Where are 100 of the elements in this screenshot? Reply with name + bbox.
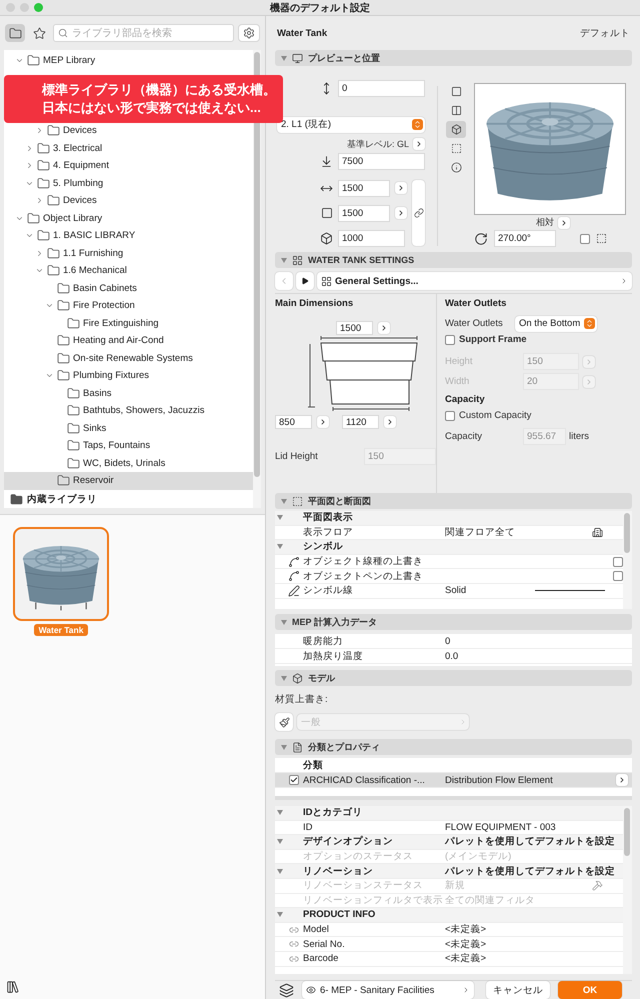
chevron-button[interactable] [317,416,329,428]
checkbox[interactable] [613,571,623,582]
tree-item[interactable]: Basin Cabinets [4,280,253,297]
check-icon [290,776,298,784]
width-field[interactable]: 1500 [338,180,390,196]
tree-item[interactable]: Reservoir [4,472,253,490]
tree-item[interactable]: MEP Library [4,52,253,70]
section-header[interactable]: プレビューと位置 [275,50,632,66]
link-button[interactable] [412,180,425,246]
tree-item-label[interactable]: 内蔵ライブラリ [27,493,97,506]
settings-button[interactable] [238,24,260,42]
disclosure-triangle-icon[interactable] [277,868,283,874]
folder-icon [37,176,50,190]
forward-button[interactable] [296,272,314,290]
checkbox[interactable] [445,334,455,344]
disclosure-triangle-icon[interactable] [277,810,283,816]
tree-item[interactable]: Sinks [4,420,253,437]
tree-item[interactable]: Devices [4,192,253,210]
property-label: Barcode [303,952,340,966]
info-icon [450,162,462,173]
chevron-button[interactable] [616,774,628,786]
disclosure-triangle-icon[interactable] [277,515,283,520]
tree-item[interactable]: Fire Protection [4,297,253,314]
folder-icon [67,386,80,400]
story-dropdown[interactable]: 2. L1 (現在) [277,116,425,132]
disclosure-triangle-icon[interactable] [277,544,283,550]
unit-label: liters [569,431,590,442]
tree-item[interactable]: 1.1 Furnishing [4,244,253,262]
hammer-icon [592,880,603,892]
property-label: 表示フロア [303,526,354,539]
mirror-icon [596,233,607,244]
group-label: 平面図表示 [303,511,354,524]
link-icon [289,924,299,935]
tree-item[interactable]: Fire Extinguishing [4,314,253,332]
folder-icon [37,229,50,242]
classification-row[interactable]: ARCHICAD Classification -... Distribution Flow Element [275,773,632,788]
group-value: パレットを使用してデフォルトを設定 [445,864,616,878]
cancel-button[interactable]: キャンセル [486,981,550,999]
depth-field[interactable]: 1500 [338,204,390,222]
rotation-field[interactable]: 270.00° [494,230,556,247]
layer-dropdown[interactable]: 6- MEP - Sanitary Facilities [302,981,474,999]
disclosure-triangle-icon[interactable] [277,912,283,918]
chevron-button[interactable] [384,416,396,428]
checkbox[interactable] [580,234,590,244]
tree-item[interactable]: On-site Renewable Systems [4,350,253,367]
tree-item[interactable]: 5. Plumbing [4,174,253,192]
checkbox[interactable] [289,775,299,785]
chevron-button[interactable] [558,216,570,228]
section-heading: Water Outlets [445,298,508,309]
tree-item[interactable]: Basins [4,384,253,402]
view-mode-button[interactable] [446,121,466,138]
line-sample [535,590,605,592]
outlets-dropdown[interactable]: On the Bottom [515,316,597,332]
checkbox[interactable] [445,410,455,420]
property-value: (メインモデル) [445,850,512,864]
disclosure-triangle-icon[interactable] [277,839,283,844]
height-dimension-field[interactable]: 850 [275,415,312,429]
tree-item[interactable]: Devices [4,122,253,140]
section-header[interactable]: WATER TANK SETTINGS [275,252,632,268]
tree-item[interactable]: 1.6 Mechanical [4,262,253,280]
material-button[interactable] [275,713,293,731]
scrollbar-thumb[interactable] [624,808,630,856]
tree-item[interactable]: Taps, Fountains [4,437,253,454]
search-field[interactable]: ライブラリ部品を検索 [53,24,234,42]
folder-icon [27,212,40,225]
offset-field[interactable]: 0 [338,80,425,97]
thumbnail[interactable] [13,527,109,621]
tree-item[interactable]: Heating and Air-Cond [4,332,253,350]
chevron-button[interactable] [395,207,407,219]
tree-item[interactable]: 1. BASIC LIBRARY [4,227,253,244]
tree-item[interactable]: Bathtubs, Showers, Jacuzzis [4,402,253,420]
property-label: Model [303,923,330,936]
chevron-button[interactable] [378,322,390,334]
bottom-width-field[interactable]: 1120 [342,415,379,429]
page-dropdown[interactable]: General Settings... [317,272,632,290]
folder-view-tab[interactable] [5,24,25,42]
tree-item[interactable]: Object Library [4,210,253,227]
tree-item[interactable]: WC, Bidets, Urinals [4,454,253,472]
section-header[interactable]: 平面図と断面図 [275,493,632,509]
tree-item[interactable]: 3. Electrical [4,140,253,157]
property-label: ID [303,820,314,834]
scrollbar-thumb[interactable] [624,513,630,553]
tree-item[interactable]: 4. Equipment [4,157,253,174]
tree-item[interactable]: Plumbing Fixtures [4,367,253,384]
folder-icon [57,352,70,365]
forward-arrow-icon [301,277,309,285]
stepper-icon [413,120,422,129]
chevron-button[interactable] [395,182,407,194]
section-header[interactable]: モデル [275,670,632,686]
elevation-field[interactable]: 7500 [338,153,425,170]
height-icon [320,232,333,244]
top-width-field[interactable]: 1500 [336,321,373,335]
stepper-icon [585,319,594,328]
height-field[interactable]: 1000 [338,230,405,246]
chevron-button[interactable] [413,138,425,150]
checkbox[interactable] [613,556,623,567]
folder-icon [67,422,80,435]
property-label: リノベーションフィルタで表示 [303,894,444,907]
section-header[interactable]: 分類とプロパティ [275,739,632,755]
section-header[interactable]: MEP 計算入力データ [275,614,632,630]
